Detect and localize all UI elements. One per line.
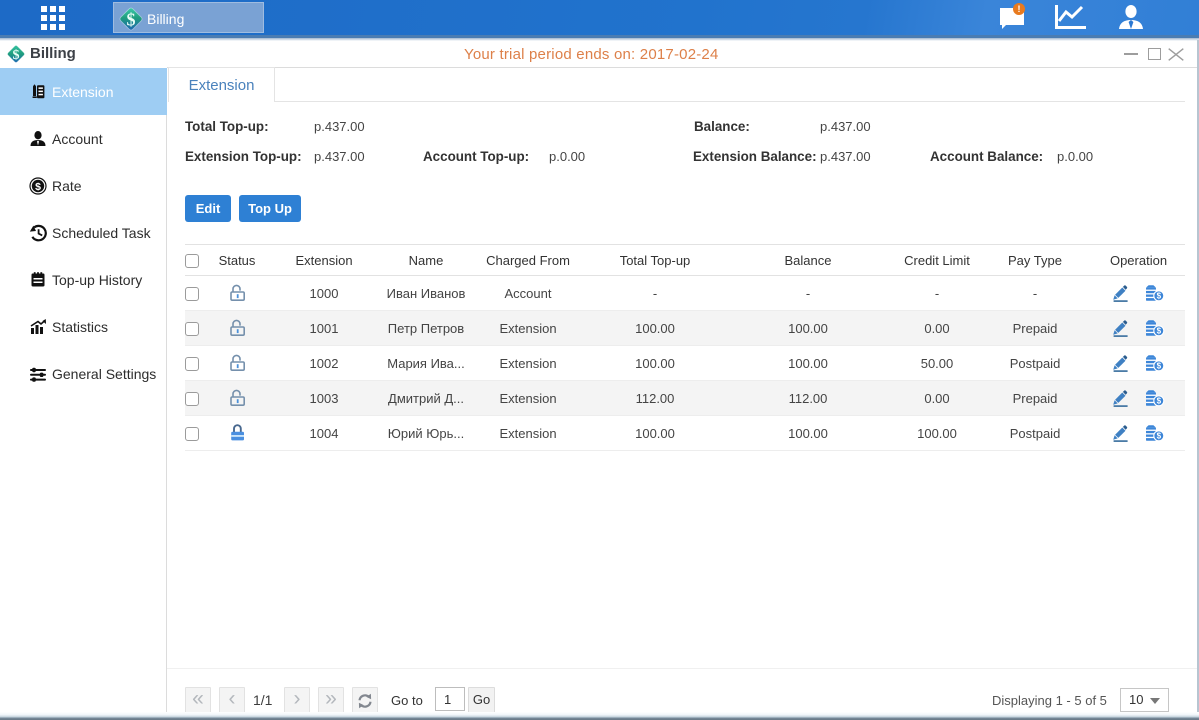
svg-text:$: $ bbox=[1157, 432, 1162, 441]
svg-text:$: $ bbox=[127, 10, 136, 30]
svg-text:$: $ bbox=[1157, 292, 1162, 301]
svg-text:$: $ bbox=[35, 181, 41, 193]
svg-text:$: $ bbox=[13, 48, 20, 63]
svg-text:$: $ bbox=[1157, 327, 1162, 336]
svg-text:$: $ bbox=[1157, 397, 1162, 406]
svg-text:$: $ bbox=[1157, 362, 1162, 371]
